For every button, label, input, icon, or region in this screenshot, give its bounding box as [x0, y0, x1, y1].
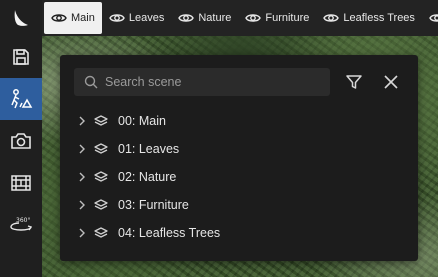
- tab-label: Main: [71, 12, 95, 24]
- layers-icon: [94, 114, 116, 128]
- filter-icon: [346, 75, 362, 89]
- eye-icon: [323, 14, 340, 22]
- tab-leaves[interactable]: Leaves: [102, 2, 171, 34]
- app-logo-icon: [14, 10, 28, 26]
- layers-icon: [94, 226, 116, 240]
- camera-button[interactable]: [0, 120, 42, 162]
- tab-label: Furniture: [265, 12, 310, 24]
- scene-list: 00: Main 01: Leaves 02: Nature 03: Furni…: [78, 107, 398, 247]
- close-button[interactable]: [379, 70, 403, 94]
- animation-button[interactable]: [0, 162, 42, 204]
- eye-icon: [109, 14, 125, 22]
- scene-label: 00: Main: [118, 114, 166, 128]
- scene-picker-panel: 00: Main 01: Leaves 02: Nature: [60, 55, 418, 261]
- scene-label: 02: Nature: [118, 170, 177, 184]
- chevron-right-icon[interactable]: [78, 144, 92, 154]
- scene-item-furniture[interactable]: 03: Furniture: [78, 191, 398, 219]
- filter-button[interactable]: [342, 70, 366, 94]
- chevron-right-icon[interactable]: [78, 172, 92, 182]
- eye-icon: [178, 14, 195, 22]
- tab-overflow[interactable]: [422, 2, 438, 34]
- scene-label: 03: Furniture: [118, 198, 189, 212]
- scene-label: 04: Leafless Trees: [118, 226, 221, 240]
- eye-icon: [429, 14, 438, 22]
- app-logo-button[interactable]: [0, 0, 42, 36]
- chevron-right-icon[interactable]: [78, 200, 92, 210]
- scene-item-leafless-trees[interactable]: 04: Leafless Trees: [78, 219, 398, 247]
- chevron-right-icon[interactable]: [78, 116, 92, 126]
- camera-icon: [11, 133, 31, 149]
- save-icon: [13, 49, 29, 65]
- layers-icon: [94, 170, 116, 184]
- tab-nature[interactable]: Nature: [171, 2, 238, 34]
- layer-tabbar: Main Leaves Nature Furniture Leafless Tr…: [42, 0, 438, 36]
- scene-search-box[interactable]: [74, 68, 330, 96]
- tab-main[interactable]: Main: [44, 2, 102, 34]
- eye-icon: [51, 14, 67, 22]
- rotate-360-icon: 360°: [10, 217, 33, 231]
- view-360-button[interactable]: 360°: [0, 204, 42, 246]
- close-icon: [384, 75, 398, 89]
- scene-objects-icon: [11, 89, 33, 109]
- chevron-right-icon[interactable]: [78, 228, 92, 238]
- scene-item-leaves[interactable]: 01: Leaves: [78, 135, 398, 163]
- layers-icon: [94, 198, 116, 212]
- tab-label: Nature: [198, 12, 232, 24]
- film-icon: [11, 175, 31, 191]
- search-icon: [84, 75, 98, 89]
- scene-objects-button[interactable]: [0, 78, 42, 120]
- scene-label: 01: Leaves: [118, 142, 180, 156]
- tab-furniture[interactable]: Furniture: [238, 2, 316, 34]
- eye-icon: [245, 14, 262, 22]
- layers-icon: [94, 142, 116, 156]
- save-button[interactable]: [0, 36, 42, 78]
- tab-label: Leaves: [128, 12, 165, 24]
- scene-item-nature[interactable]: 02: Nature: [78, 163, 398, 191]
- left-toolbar: 360°: [0, 0, 42, 277]
- tab-label: Leafless Trees: [343, 12, 415, 24]
- scene-item-main[interactable]: 00: Main: [78, 107, 398, 135]
- scene-search-input[interactable]: [105, 75, 330, 89]
- tab-leafless-trees[interactable]: Leafless Trees: [316, 2, 422, 34]
